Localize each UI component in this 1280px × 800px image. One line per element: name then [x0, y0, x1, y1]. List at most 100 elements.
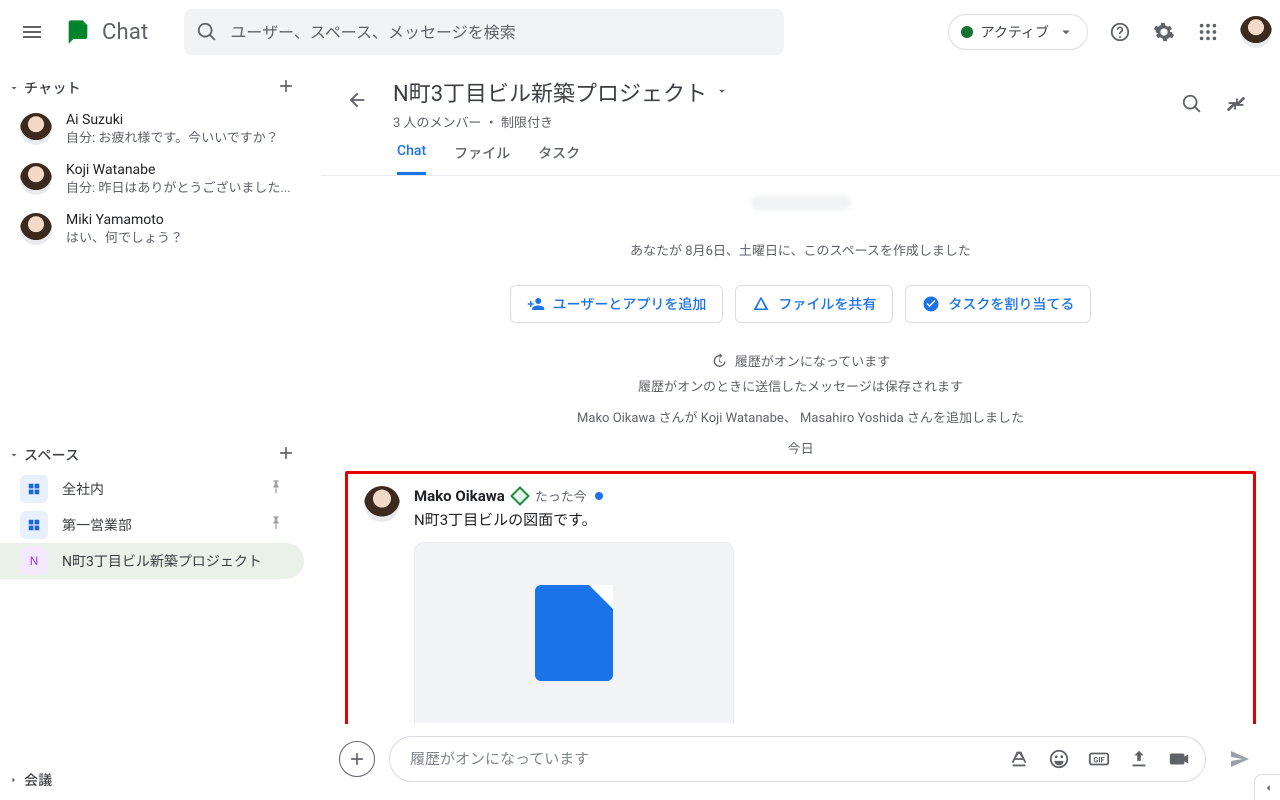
- drive-icon: [752, 295, 770, 313]
- apps-button[interactable]: [1188, 12, 1228, 52]
- space-header: N町3丁目ビル新築プロジェクト 3 人のメンバー ・ 制限付き: [321, 64, 1280, 131]
- apps-grid-icon: [1197, 21, 1219, 43]
- chat-name: Koji Watanabe: [66, 160, 291, 180]
- video-icon: [1168, 748, 1190, 770]
- unread-dot-icon: [595, 492, 603, 500]
- help-button[interactable]: [1100, 12, 1140, 52]
- tab-files[interactable]: ファイル: [454, 143, 510, 175]
- message-time: たった今: [535, 486, 587, 505]
- spaces-header[interactable]: スペース: [0, 439, 320, 471]
- attachment-card[interactable]: drawing_20220510.afdesign: [414, 542, 734, 724]
- status-active-dot: [961, 26, 973, 38]
- meetings-label: 会議: [24, 770, 296, 790]
- emoji-icon: [1048, 748, 1070, 770]
- spaces-section: スペース 全社内 第一営業部 N N町3丁目ビル新築プロジェクト: [0, 435, 320, 583]
- attachment-preview: [415, 543, 733, 723]
- highlighted-message: Mako Oikawa たった今 N町3丁目ビルの図面です。: [345, 471, 1256, 724]
- history-on-header: 履歴がオンになっています: [711, 351, 890, 370]
- chat-name: Miki Yamamoto: [66, 210, 183, 230]
- chat-preview: 自分: お疲れ様です。今いいですか？: [66, 130, 279, 148]
- header-actions: [1100, 12, 1272, 52]
- collapse-button[interactable]: [1216, 84, 1256, 124]
- main-layout: チャット Ai Suzuki自分: お疲れ様です。今いいですか？ Koji Wa…: [0, 64, 1280, 800]
- avatar: [20, 163, 52, 195]
- plus-icon: [276, 76, 296, 96]
- chat-preview: はい、何でしょう？: [66, 230, 183, 248]
- space-label: 全社内: [62, 479, 254, 499]
- assign-task-button[interactable]: タスクを割り当てる: [905, 285, 1091, 323]
- app-logo[interactable]: Chat: [64, 18, 148, 46]
- chat-item[interactable]: Miki Yamamotoはい、何でしょう？: [0, 204, 320, 254]
- side-panel-toggle[interactable]: [1254, 774, 1280, 800]
- new-space-button[interactable]: [276, 443, 296, 467]
- share-file-button[interactable]: ファイルを共有: [735, 285, 893, 323]
- chevron-down-icon: [715, 84, 729, 98]
- history-on-desc: 履歴がオンのときに送信したメッセージは保存されます: [638, 376, 963, 395]
- spaces-label: スペース: [24, 445, 276, 465]
- chevron-right-icon: [8, 774, 20, 786]
- person-add-icon: [527, 295, 545, 313]
- upload-icon: [1128, 748, 1150, 770]
- account-avatar[interactable]: [1240, 16, 1272, 48]
- status-label: アクティブ: [981, 22, 1049, 42]
- upload-button[interactable]: [1121, 741, 1157, 777]
- back-button[interactable]: [337, 80, 377, 120]
- hamburger-icon: [20, 20, 44, 44]
- message-avatar[interactable]: [364, 486, 400, 522]
- search-in-space-button[interactable]: [1172, 84, 1212, 124]
- space-tabs: Chat ファイル タスク: [321, 131, 1280, 176]
- settings-button[interactable]: [1144, 12, 1184, 52]
- space-icon: [20, 511, 48, 539]
- chevron-down-icon: [1057, 23, 1075, 41]
- main-menu-button[interactable]: [8, 8, 56, 56]
- status-selector[interactable]: アクティブ: [948, 14, 1088, 50]
- search-input[interactable]: [230, 23, 772, 42]
- chat-item[interactable]: Ai Suzuki自分: お疲れ様です。今いいですか？: [0, 104, 320, 154]
- new-chat-button[interactable]: [276, 76, 296, 100]
- chat-item[interactable]: Koji Watanabe自分: 昨日はありがとうございました...: [0, 154, 320, 204]
- conversation-pane: N町3丁目ビル新築プロジェクト 3 人のメンバー ・ 制限付き Chat ファイ…: [320, 64, 1280, 800]
- message-author: Mako Oikawa: [414, 487, 505, 505]
- composer-plus-button[interactable]: [339, 741, 375, 777]
- emoji-button[interactable]: [1041, 741, 1077, 777]
- chats-label: チャット: [24, 78, 276, 98]
- plus-icon: [347, 749, 367, 769]
- onboarding-actions: ユーザーとアプリを追加 ファイルを共有 タスクを割り当てる: [510, 285, 1092, 323]
- gear-icon: [1153, 21, 1175, 43]
- message-text: N町3丁目ビルの図面です。: [414, 509, 1237, 530]
- video-button[interactable]: [1161, 741, 1197, 777]
- format-button[interactable]: [1001, 741, 1037, 777]
- composer: GIF: [321, 724, 1280, 800]
- gif-icon: GIF: [1088, 748, 1110, 770]
- space-icon: N: [20, 547, 48, 575]
- space-item[interactable]: 全社内: [0, 471, 304, 507]
- redacted-pill: [751, 196, 851, 210]
- send-icon: [1228, 747, 1252, 771]
- search-icon: [1181, 93, 1203, 115]
- sidebar: チャット Ai Suzuki自分: お疲れ様です。今いいですか？ Koji Wa…: [0, 64, 320, 800]
- send-button[interactable]: [1220, 739, 1260, 779]
- tab-chat[interactable]: Chat: [397, 143, 426, 175]
- arrow-left-icon: [346, 89, 368, 111]
- app-header: Chat アクティブ: [0, 0, 1280, 64]
- conversation-scroll[interactable]: あなたが 8月6日、土曜日に、このスペースを作成しました ユーザーとアプリを追加…: [321, 176, 1280, 724]
- composer-input[interactable]: [410, 750, 1001, 768]
- chats-section: チャット Ai Suzuki自分: お疲れ様です。今いいですか？ Koji Wa…: [0, 68, 320, 258]
- add-users-button[interactable]: ユーザーとアプリを追加: [510, 285, 724, 323]
- space-item-active[interactable]: N N町3丁目ビル新築プロジェクト: [0, 543, 304, 579]
- gif-button[interactable]: GIF: [1081, 741, 1117, 777]
- tab-tasks[interactable]: タスク: [538, 143, 580, 175]
- chat-preview: 自分: 昨日はありがとうございました...: [66, 180, 291, 198]
- help-icon: [1109, 21, 1131, 43]
- plus-icon: [276, 443, 296, 463]
- space-menu-button[interactable]: [715, 83, 729, 102]
- chat-name: Ai Suzuki: [66, 110, 279, 130]
- meetings-header[interactable]: 会議: [0, 764, 320, 796]
- search-bar[interactable]: [184, 9, 784, 55]
- chats-header[interactable]: チャット: [0, 72, 320, 104]
- space-item[interactable]: 第一営業部: [0, 507, 304, 543]
- search-icon: [196, 21, 218, 43]
- document-icon: [535, 585, 613, 681]
- collapse-icon: [1225, 93, 1247, 115]
- space-icon: [20, 475, 48, 503]
